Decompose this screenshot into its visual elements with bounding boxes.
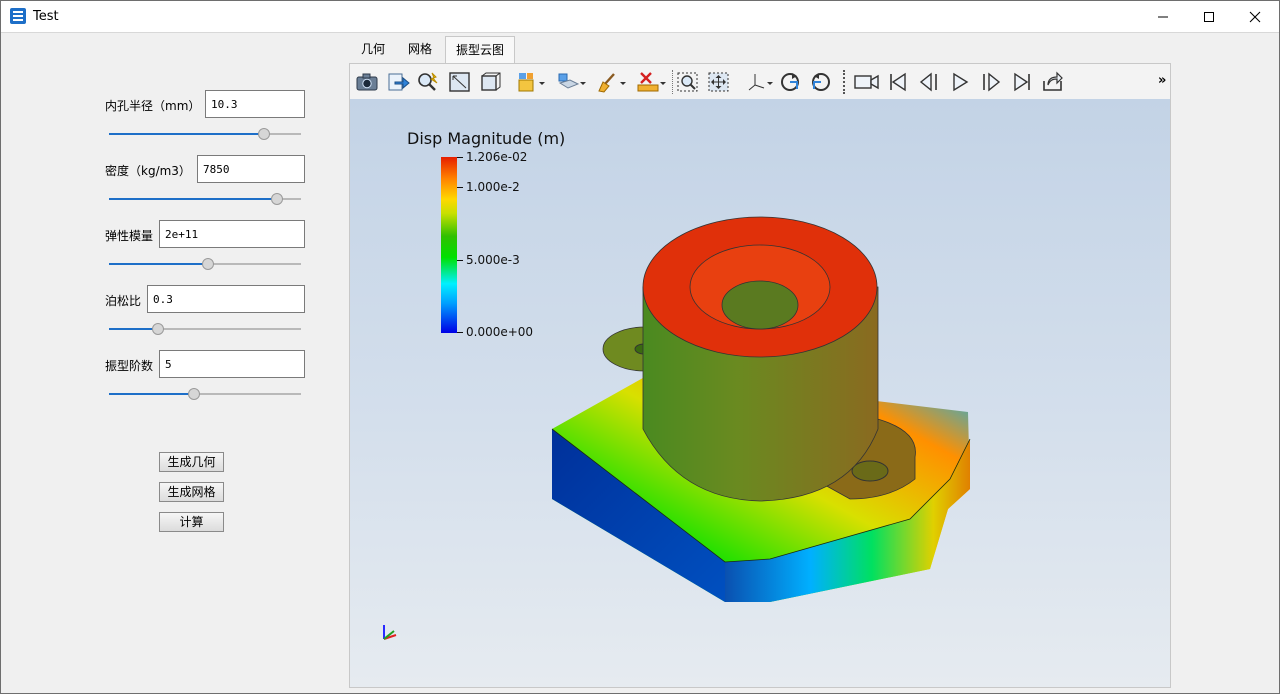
toolbar-separator <box>843 70 846 94</box>
slider-thumb[interactable] <box>271 193 284 205</box>
rotate-ccw-icon[interactable] <box>809 71 833 93</box>
fit-view-icon[interactable] <box>448 71 472 93</box>
maximize-icon <box>1204 12 1214 22</box>
record-icon[interactable] <box>853 71 881 93</box>
zoom-window-icon[interactable] <box>676 71 700 93</box>
toolbar-more[interactable]: » <box>1158 73 1166 88</box>
modulus-input[interactable]: 2e+11 <box>159 220 305 248</box>
modulus-slider[interactable] <box>109 257 301 271</box>
tab-geometry[interactable]: 几何 <box>350 36 396 63</box>
brush-dropdown-icon[interactable] <box>596 71 626 93</box>
first-frame-icon[interactable] <box>886 71 910 93</box>
box-view-icon[interactable] <box>479 71 503 93</box>
close-button[interactable] <box>1232 1 1278 32</box>
close-icon <box>1249 11 1261 23</box>
app-icon <box>10 8 26 24</box>
poisson-slider[interactable] <box>109 322 301 336</box>
compute-button[interactable]: 计算 <box>159 512 224 532</box>
clear-dropdown-icon[interactable] <box>636 71 666 93</box>
title-bar: Test <box>1 1 1279 32</box>
window-title: Test <box>33 9 59 24</box>
slider-thumb[interactable] <box>152 323 164 335</box>
shape-dropdown-icon[interactable] <box>516 71 546 93</box>
3d-viewport[interactable]: Disp Magnitude (m) 1.206e-02 1.000e-2 5.… <box>350 99 1170 687</box>
minimize-button[interactable] <box>1140 1 1186 32</box>
main-area: 内孔半径（mm） 10.3 密度（kg/m3） 7850 弹性模量 2e+11 … <box>1 32 1279 694</box>
export-icon[interactable] <box>386 71 410 93</box>
share-icon[interactable] <box>1041 71 1065 93</box>
clip-dropdown-icon[interactable] <box>556 71 586 93</box>
pan-icon[interactable] <box>707 71 731 93</box>
app-window: Test 内孔半径（mm） 10.3 密度（kg/m3） 7850 弹性模量 2… <box>0 0 1280 694</box>
radius-slider[interactable] <box>109 127 301 141</box>
radius-input[interactable]: 10.3 <box>205 90 305 118</box>
viewer-toolbar: » <box>350 64 1170 99</box>
param-label-density: 密度（kg/m3） <box>105 164 191 178</box>
mode-order-input[interactable]: 5 <box>159 350 305 378</box>
density-slider[interactable] <box>109 192 301 206</box>
next-frame-icon[interactable] <box>979 71 1003 93</box>
param-label-poisson: 泊松比 <box>105 294 142 308</box>
rotate-cw-icon[interactable] <box>778 71 802 93</box>
axis-dropdown-icon[interactable] <box>746 71 774 93</box>
slider-thumb[interactable] <box>257 128 270 140</box>
tab-mode-contour[interactable]: 振型云图 <box>445 36 515 63</box>
slider-thumb[interactable] <box>201 258 214 270</box>
play-icon[interactable] <box>948 71 972 93</box>
tab-mesh[interactable]: 网格 <box>396 36 444 63</box>
slider-thumb[interactable] <box>188 388 201 400</box>
density-input[interactable]: 7850 <box>197 155 305 183</box>
viewer-panel: » Disp Magnitude (m) 1.206e-02 1.000e-2 … <box>349 63 1171 688</box>
param-label-modulus: 弹性模量 <box>105 229 154 243</box>
poisson-input[interactable]: 0.3 <box>147 285 305 313</box>
model-render <box>383 216 971 640</box>
maximize-button[interactable] <box>1186 1 1232 32</box>
last-frame-icon[interactable] <box>1010 71 1034 93</box>
reset-zoom-icon[interactable] <box>416 71 440 93</box>
param-label-radius: 内孔半径（mm） <box>105 99 201 113</box>
generate-mesh-button[interactable]: 生成网格 <box>159 482 224 502</box>
prev-frame-icon[interactable] <box>917 71 941 93</box>
toolbar-separator <box>672 70 674 94</box>
mode-order-slider[interactable] <box>109 387 301 401</box>
param-label-mode: 振型阶数 <box>105 359 154 373</box>
camera-icon[interactable] <box>355 71 379 93</box>
generate-geometry-button[interactable]: 生成几何 <box>159 452 224 472</box>
minimize-icon <box>1158 16 1168 18</box>
